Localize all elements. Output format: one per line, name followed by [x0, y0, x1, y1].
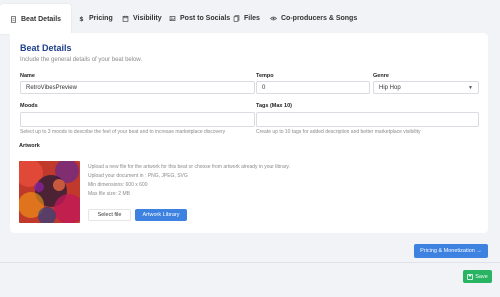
tab-label: Post to Socials [180, 14, 231, 22]
tab-label: Beat Details [21, 15, 62, 23]
copy-icon [233, 14, 240, 22]
genre-select[interactable]: Hip Hop ▼ [373, 81, 479, 94]
moods-help: Select up to 3 moods to describe the fee… [20, 129, 226, 135]
tab-pricing[interactable]: $ Pricing [78, 11, 113, 25]
moods-label: Moods [20, 103, 38, 109]
beat-details-panel: Beat Details Include the general details… [10, 33, 488, 233]
tab-visibility[interactable]: Visibility [122, 11, 162, 25]
artwork-min-dimensions: Min dimensions: 600 x 600 [88, 182, 148, 188]
genre-value: Hip Hop [379, 84, 401, 91]
section-title: Beat Details [20, 43, 72, 53]
tab-post-to-socials[interactable]: Post to Socials [169, 11, 230, 25]
tab-label: Visibility [133, 14, 162, 22]
artwork-instructions: Upload a new file for the artwork for th… [88, 164, 290, 170]
save-button[interactable]: Save [463, 270, 492, 283]
tab-label: Pricing [89, 14, 113, 22]
genre-label: Genre [373, 73, 389, 79]
tab-beat-details[interactable]: Beat Details [0, 4, 72, 34]
artwork-library-button[interactable]: Artwork Library [135, 209, 187, 221]
section-subtitle: Include the general details of your beat… [20, 57, 143, 63]
divider [0, 262, 500, 263]
svg-text:$: $ [79, 15, 83, 21]
name-label: Name [20, 73, 35, 79]
tab-label: Files [244, 14, 260, 22]
save-icon [467, 273, 474, 280]
artwork-image [19, 161, 80, 223]
name-input[interactable]: RetroVibesPreview [20, 81, 255, 94]
tab-label: Co-producers & Songs [281, 14, 358, 22]
save-label: Save [475, 273, 488, 280]
pricing-monetization-button[interactable]: Pricing & Monetization → [414, 244, 488, 258]
tab-bar: Beat Details $ Pricing Visibility Post t… [0, 0, 500, 34]
moods-input[interactable] [20, 112, 255, 127]
chevron-down-icon: ▼ [468, 85, 473, 91]
tags-input[interactable] [256, 112, 479, 127]
tab-files[interactable]: Files [233, 11, 260, 25]
tags-help: Create up to 10 tags for added descripti… [256, 129, 421, 135]
dollar-icon: $ [79, 15, 83, 21]
tempo-input[interactable]: 0 [256, 81, 370, 94]
calendar-icon [122, 15, 129, 22]
tab-co-producers-songs[interactable]: Co-producers & Songs [270, 11, 357, 25]
select-file-button[interactable]: Select file [88, 209, 131, 221]
image-icon [169, 15, 176, 21]
tempo-label: Tempo [256, 73, 274, 79]
tags-label: Tags (Max 10) [256, 103, 292, 109]
eye-icon [270, 16, 277, 20]
document-icon [11, 15, 16, 23]
artwork-label: Artwork [19, 143, 40, 149]
artwork-formats: Upload your document in : PNG, JPEG, SVG [88, 173, 188, 179]
artwork-max-size: Max file size: 2 MB [88, 191, 130, 197]
